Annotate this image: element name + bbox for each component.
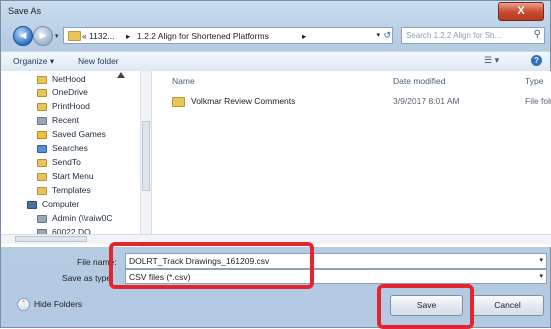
computer-icon [27, 200, 37, 209]
view-options-icon[interactable]: ☰ ▾ [484, 55, 499, 66]
sidebar-item-computer[interactable]: Computer [27, 199, 79, 211]
save-as-dialog: Save As X ◀ ▶ ▾ « 1132... ▸ 1.2.2 Align … [0, 0, 551, 329]
type-cell: File folde [525, 96, 551, 106]
search-icon[interactable]: ⚲ [534, 29, 541, 40]
close-button[interactable]: X [498, 2, 544, 21]
navigation-scrollbar[interactable] [140, 71, 151, 247]
file-list: Name Date modified Type Volkmar Review C… [152, 71, 551, 247]
save-button[interactable]: Save [390, 295, 463, 316]
command-toolbar: Organize ▾ New folder ☰ ▾ ? [1, 51, 550, 72]
file-name-label: File name: [77, 257, 117, 267]
save-as-type-label: Save as type: [62, 273, 114, 283]
folder-icon [37, 75, 47, 84]
folder-icon [37, 88, 47, 97]
sidebar-item-label: Start Menu [52, 171, 94, 181]
sidebar-item-start-menu[interactable]: Start Menu [37, 171, 94, 183]
folder-icon [37, 172, 47, 181]
saved-games-icon [37, 130, 47, 139]
organize-menu[interactable]: Organize ▾ [13, 56, 54, 67]
list-item[interactable]: Volkmar Review Comments 3/9/2017 8:01 AM… [172, 96, 551, 108]
sidebar-item-label: Recent [52, 115, 79, 125]
column-header-date-modified[interactable]: Date modified [393, 76, 445, 86]
file-name-field[interactable]: DOLRT_Track Drawings_161209.csv ▾ [125, 253, 547, 269]
breadcrumb-separator-icon[interactable]: ▸ [126, 31, 130, 42]
sidebar-item-saved-games[interactable]: Saved Games [37, 129, 106, 141]
folder-icon [172, 96, 185, 107]
scrollbar-thumb[interactable] [15, 236, 87, 242]
sidebar-item-label: Admin (\\raiw0C [52, 213, 113, 223]
address-bar[interactable]: « 1132... ▸ 1.2.2 Align for Shortened Pl… [63, 27, 393, 44]
sidebar-item-printhood[interactable]: PrintHood [37, 101, 90, 113]
chevron-down-icon[interactable]: ▾ [539, 256, 543, 264]
searches-icon [37, 144, 47, 153]
date-modified-cell: 3/9/2017 8:01 AM [393, 96, 460, 106]
sidebar-item-onedrive[interactable]: OneDrive [37, 87, 88, 99]
sidebar-item-label: Templates [52, 185, 91, 195]
sidebar-item-admin-drive[interactable]: Admin (\\raiw0C [37, 213, 112, 225]
folder-icon [37, 158, 47, 167]
folder-icon [68, 31, 81, 41]
sidebar-item-label: OneDrive [52, 87, 88, 97]
navigation-pane: NetHood OneDrive PrintHood Recent Saved … [1, 71, 152, 247]
refresh-icon[interactable]: ↺ [383, 30, 391, 41]
search-placeholder: Search 1.2.2 Align for Sh... [406, 31, 502, 40]
sidebar-item-label: PrintHood [52, 101, 90, 111]
hide-folders-label: Hide Folders [34, 298, 83, 309]
file-name-value: DOLRT_Track Drawings_161209.csv [129, 256, 270, 266]
breadcrumb-parent[interactable]: « 1132... [82, 31, 114, 41]
recent-icon [37, 116, 47, 125]
browser-content: NetHood OneDrive PrintHood Recent Saved … [1, 71, 551, 247]
search-input[interactable]: Search 1.2.2 Align for Sh... ⚲ [401, 27, 545, 44]
save-as-type-value: CSV files (*.csv) [129, 272, 191, 282]
column-header-name[interactable]: Name [172, 76, 195, 86]
breadcrumb-separator-icon[interactable]: ▸ [302, 31, 306, 42]
recent-locations-dropdown[interactable]: ▾ [55, 32, 59, 40]
sidebar-item-searches[interactable]: Searches [37, 143, 88, 155]
save-as-type-select[interactable]: CSV files (*.csv) ▾ [125, 269, 547, 284]
dialog-footer: ˆ Hide Folders Save Cancel [1, 287, 551, 329]
folder-icon [37, 102, 47, 111]
address-dropdown-icon[interactable]: ▾ [376, 31, 380, 39]
sidebar-item-recent[interactable]: Recent [37, 115, 79, 127]
help-icon[interactable]: ? [531, 55, 542, 66]
cancel-button[interactable]: Cancel [471, 295, 544, 316]
sidebar-item-label: Computer [42, 199, 80, 209]
sidebar-item-label: SendTo [52, 157, 81, 167]
sidebar-item-label: NetHood [52, 74, 86, 84]
arrow-left-icon: ◀ [19, 30, 27, 40]
address-row: ◀ ▶ ▾ « 1132... ▸ 1.2.2 Align for Shorte… [1, 23, 550, 49]
forward-button[interactable]: ▶ [33, 26, 53, 46]
sidebar-item-sendto[interactable]: SendTo [37, 157, 81, 169]
save-form: File name: DOLRT_Track Drawings_161209.c… [1, 247, 551, 285]
file-name-text: Volkmar Review Comments [191, 96, 296, 106]
back-button[interactable]: ◀ [13, 26, 33, 46]
scrollbar-thumb[interactable] [142, 121, 150, 191]
new-folder-button[interactable]: New folder [78, 56, 119, 66]
sidebar-item-templates[interactable]: Templates [37, 185, 91, 197]
horizontal-scrollbar[interactable] [1, 234, 551, 244]
network-drive-icon [37, 214, 47, 223]
sidebar-item-nethood[interactable]: NetHood [37, 74, 86, 86]
sidebar-item-label: Searches [52, 143, 88, 153]
folder-icon [37, 186, 47, 195]
column-header-type[interactable]: Type [525, 76, 543, 86]
sidebar-item-label: Saved Games [52, 129, 106, 139]
breadcrumb-current-folder[interactable]: 1.2.2 Align for Shortened Platforms [137, 31, 269, 41]
arrow-right-icon: ▶ [39, 30, 47, 40]
window-title: Save As [8, 6, 42, 16]
title-bar[interactable]: Save As X [1, 1, 550, 21]
hide-folders-button[interactable]: ˆ Hide Folders [17, 298, 82, 311]
chevron-down-icon[interactable]: ▾ [539, 272, 543, 280]
scroll-up-icon[interactable] [117, 72, 125, 78]
chevron-up-icon: ˆ [17, 298, 30, 311]
file-name-cell: Volkmar Review Comments [172, 96, 295, 107]
